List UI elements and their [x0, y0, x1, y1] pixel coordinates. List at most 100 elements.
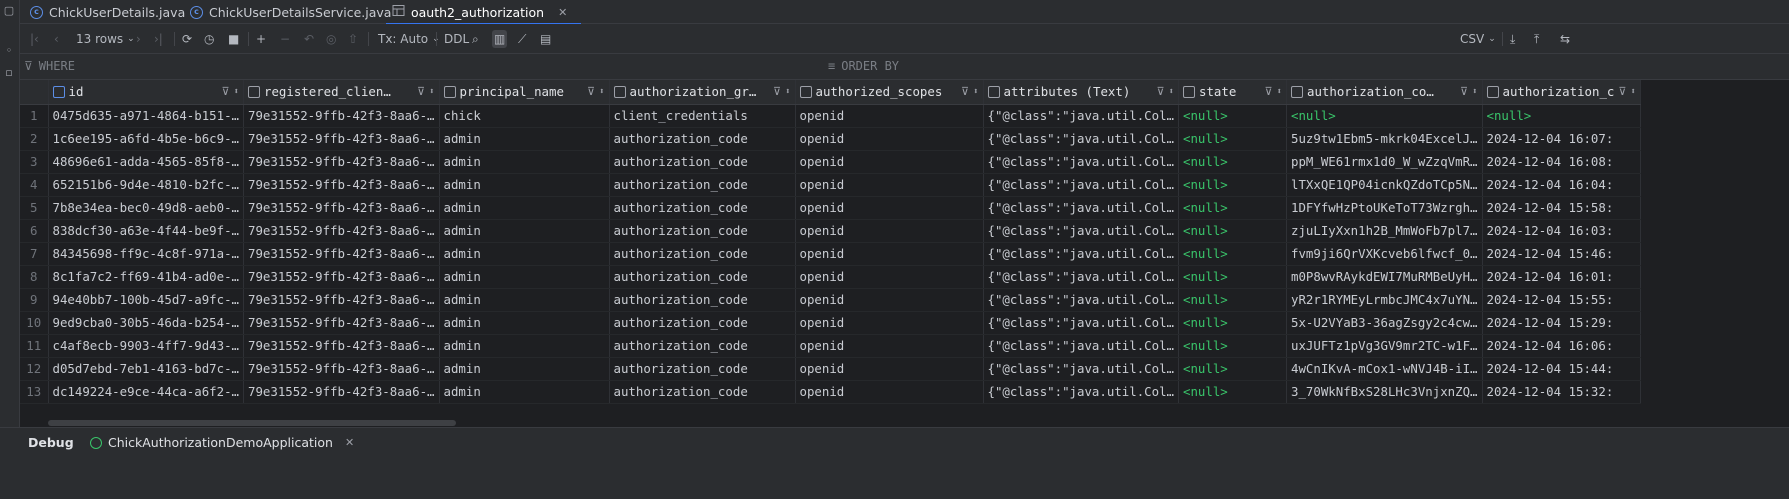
- table-cell[interactable]: admin: [439, 219, 610, 243]
- debug-tab[interactable]: Debug: [28, 435, 74, 450]
- table-cell[interactable]: 79e31552-9ffb-42f3-8aa6-…: [243, 150, 440, 174]
- close-icon[interactable]: ✕: [345, 436, 354, 449]
- table-cell[interactable]: ppM_WE61rmx1d0_W_wZzqVmR…: [1286, 150, 1483, 174]
- table-cell[interactable]: 79e31552-9ffb-42f3-8aa6-…: [243, 380, 440, 404]
- table-cell[interactable]: admin: [439, 288, 610, 312]
- table-row[interactable]: 8 8c1fa7c2-ff69-41b4-ad0e-… 79e31552-9ffb-…: [20, 265, 1641, 289]
- table-cell[interactable]: openid: [795, 265, 984, 289]
- table-row[interactable]: 5 7b8e34ea-bec0-49d8-aeb0-… 79e31552-9ffb-…: [20, 196, 1641, 220]
- table-cell[interactable]: m0P8wvRAykdEWI7MuRMBeUyH…: [1286, 265, 1483, 289]
- table-cell[interactable]: 0475d635-a971-4864-b151-…: [48, 104, 244, 128]
- delete-row-icon[interactable]: −: [280, 30, 290, 48]
- table-cell[interactable]: <null>: [1178, 311, 1287, 335]
- table-cell[interactable]: 1c6ee195-a6fd-4b5e-b6c9-…: [48, 127, 244, 151]
- table-cell[interactable]: {"@class":"java.util.Col…: [983, 173, 1179, 197]
- column-header[interactable]: registered_clien… ⊽ ⬍: [243, 80, 440, 105]
- table-cell[interactable]: authorization_code: [609, 150, 796, 174]
- table-cell[interactable]: 2024-12-04 16:07:: [1482, 127, 1641, 151]
- table-cell[interactable]: <null>: [1178, 288, 1287, 312]
- table-cell[interactable]: 2024-12-04 15:58:: [1482, 196, 1641, 220]
- table-cell[interactable]: <null>: [1178, 219, 1287, 243]
- table-row[interactable]: 7 84345698-ff9c-4c8f-971a-… 79e31552-9ffb-…: [20, 242, 1641, 266]
- column-sort-icon[interactable]: ⬍: [599, 87, 604, 97]
- table-row[interactable]: 10 9ed9cba0-30b5-46da-b254-… 79e31552-9ffb…: [20, 311, 1641, 335]
- column-header[interactable]: authorization_c ⊽ ⬍: [1482, 80, 1641, 105]
- column-filter-icon[interactable]: ⊽: [961, 85, 969, 98]
- column-sort-icon[interactable]: ⬍: [973, 87, 978, 97]
- table-row[interactable]: 12 d05d7ebd-7eb1-4163-bd7c-… 79e31552-9ffb…: [20, 357, 1641, 381]
- table-cell[interactable]: 79e31552-9ffb-42f3-8aa6-…: [243, 334, 440, 358]
- table-cell[interactable]: 79e31552-9ffb-42f3-8aa6-…: [243, 357, 440, 381]
- table-cell[interactable]: openid: [795, 127, 984, 151]
- table-cell[interactable]: <null>: [1178, 380, 1287, 404]
- table-cell[interactable]: 4wCnIKvA-mCox1-wNVJ4B-iI…: [1286, 357, 1483, 381]
- table-cell[interactable]: 1DFYfwHzPtoUKeToT73Wzrgh…: [1286, 196, 1483, 220]
- column-header[interactable]: principal_name ⊽ ⬍: [439, 80, 610, 105]
- table-row[interactable]: 3 48696e61-adda-4565-85f8-… 79e31552-9ffb-…: [20, 150, 1641, 174]
- table-cell[interactable]: <null>: [1178, 357, 1287, 381]
- tab-chickuserdetailsservice[interactable]: c ChickUserDetailsService.java: [190, 0, 391, 24]
- table-cell[interactable]: lTXxQE1QP04icnkQZdoTCp5N…: [1286, 173, 1483, 197]
- table-cell[interactable]: authorization_code: [609, 288, 796, 312]
- search-icon[interactable]: ⌕: [472, 30, 479, 48]
- table-cell[interactable]: openid: [795, 380, 984, 404]
- column-sort-icon[interactable]: ⬍: [1630, 87, 1635, 97]
- table-cell[interactable]: {"@class":"java.util.Col…: [983, 219, 1179, 243]
- table-row[interactable]: 9 94e40bb7-100b-45d7-a9fc-… 79e31552-9ffb-…: [20, 288, 1641, 312]
- table-cell[interactable]: 2024-12-04 16:08:: [1482, 150, 1641, 174]
- download-icon[interactable]: ⤓: [1510, 30, 1515, 48]
- table-cell[interactable]: 79e31552-9ffb-42f3-8aa6-…: [243, 242, 440, 266]
- transaction-mode-dropdown[interactable]: Tx: Auto ⌄: [378, 30, 440, 48]
- table-cell[interactable]: openid: [795, 219, 984, 243]
- column-sort-icon[interactable]: ⬍: [234, 87, 239, 97]
- transpose-icon[interactable]: ⇆: [1560, 30, 1570, 48]
- table-cell[interactable]: c4af8ecb-9903-4ff7-9d43-…: [48, 334, 244, 358]
- table-cell[interactable]: 79e31552-9ffb-42f3-8aa6-…: [243, 311, 440, 335]
- table-row[interactable]: 2 1c6ee195-a6fd-4b5e-b6c9-… 79e31552-9ffb-…: [20, 127, 1641, 151]
- table-cell[interactable]: 94e40bb7-100b-45d7-a9fc-…: [48, 288, 244, 312]
- table-row[interactable]: 4 652151b6-9d4e-4810-b2fc-… 79e31552-9ffb-…: [20, 173, 1641, 197]
- table-cell[interactable]: 79e31552-9ffb-42f3-8aa6-…: [243, 127, 440, 151]
- table-cell[interactable]: 9ed9cba0-30b5-46da-b254-…: [48, 311, 244, 335]
- chart-icon[interactable]: ⟋: [518, 30, 526, 48]
- table-cell[interactable]: {"@class":"java.util.Col…: [983, 380, 1179, 404]
- table-cell[interactable]: <null>: [1178, 104, 1287, 128]
- history-icon[interactable]: ◷: [204, 30, 214, 48]
- next-page-icon[interactable]: ›: [136, 30, 141, 48]
- table-cell[interactable]: 2024-12-04 15:32:: [1482, 380, 1641, 404]
- table-cell[interactable]: admin: [439, 334, 610, 358]
- table-cell[interactable]: openid: [795, 357, 984, 381]
- column-header[interactable]: authorized_scopes ⊽ ⬍: [795, 80, 984, 105]
- table-cell[interactable]: 5uz9tw1Ebm5-mkrk04ExcelJ…: [1286, 127, 1483, 151]
- table-cell[interactable]: 652151b6-9d4e-4810-b2fc-…: [48, 173, 244, 197]
- table-cell[interactable]: {"@class":"java.util.Col…: [983, 196, 1179, 220]
- revert-icon[interactable]: ↶: [304, 30, 314, 48]
- table-cell[interactable]: admin: [439, 196, 610, 220]
- table-cell[interactable]: 2024-12-04 15:29:: [1482, 311, 1641, 335]
- column-sort-icon[interactable]: ⬍: [785, 87, 790, 97]
- column-filter-icon[interactable]: ⊽: [417, 85, 425, 98]
- table-cell[interactable]: authorization_code: [609, 196, 796, 220]
- table-cell[interactable]: admin: [439, 380, 610, 404]
- table-cell[interactable]: uxJUFTz1pVg3GV9mr2TC-w1F…: [1286, 334, 1483, 358]
- table-cell[interactable]: client_credentials: [609, 104, 796, 128]
- stop-icon[interactable]: ■: [228, 30, 239, 48]
- table-cell[interactable]: 79e31552-9ffb-42f3-8aa6-…: [243, 219, 440, 243]
- table-cell[interactable]: authorization_code: [609, 380, 796, 404]
- table-cell[interactable]: openid: [795, 288, 984, 312]
- table-cell[interactable]: 3_70WkNfBxS28LHc3VnjxnZQ…: [1286, 380, 1483, 404]
- table-cell[interactable]: authorization_code: [609, 127, 796, 151]
- table-cell[interactable]: zjuLIyXxn1h2B_MmWoFb7pl7…: [1286, 219, 1483, 243]
- refresh-icon[interactable]: ⟳: [182, 30, 192, 48]
- table-cell[interactable]: {"@class":"java.util.Col…: [983, 150, 1179, 174]
- table-cell[interactable]: {"@class":"java.util.Col…: [983, 357, 1179, 381]
- table-cell[interactable]: 79e31552-9ffb-42f3-8aa6-…: [243, 104, 440, 128]
- table-cell[interactable]: 2024-12-04 16:06:: [1482, 334, 1641, 358]
- column-header[interactable]: authorization_co… ⊽ ⬍: [1286, 80, 1483, 105]
- table-cell[interactable]: {"@class":"java.util.Col…: [983, 265, 1179, 289]
- table-cell[interactable]: authorization_code: [609, 219, 796, 243]
- table-cell[interactable]: admin: [439, 173, 610, 197]
- column-header[interactable]: id ⊽ ⬍: [48, 80, 244, 105]
- structure-icon[interactable]: ◦: [2, 44, 16, 58]
- table-cell[interactable]: <null>: [1286, 104, 1483, 128]
